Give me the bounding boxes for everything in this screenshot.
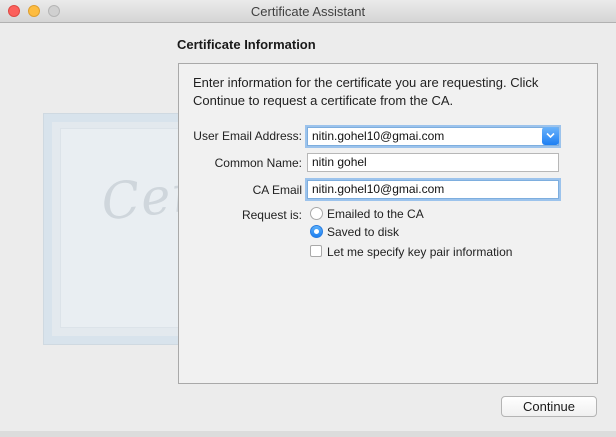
continue-button[interactable]: Continue [501, 396, 597, 417]
ca-email-label: CA Email [252, 183, 302, 197]
common-name-field[interactable]: nitin gohel [307, 153, 559, 172]
common-name-label: Common Name: [214, 156, 302, 170]
radio-saved-to-disk-label[interactable]: Saved to disk [327, 225, 399, 239]
intro-text: Enter information for the certificate yo… [193, 75, 539, 108]
radio-emailed-to-ca[interactable] [310, 207, 323, 220]
bottom-edge [0, 431, 616, 437]
user-email-label: User Email Address: [193, 129, 302, 143]
key-pair-checkbox[interactable] [310, 245, 322, 257]
request-is-label: Request is: [241, 208, 302, 222]
certificate-assistant-window: Certificate Assistant Certificate Certif… [0, 0, 616, 437]
user-email-dropdown-button[interactable] [542, 127, 559, 145]
window-title: Certificate Assistant [250, 4, 366, 19]
ca-email-field[interactable]: nitin.gohel10@gmai.com [307, 180, 559, 199]
key-pair-checkbox-label[interactable]: Let me specify key pair information [327, 245, 512, 259]
chevron-down-icon [546, 132, 555, 139]
form-panel [178, 63, 598, 384]
title-bar: Certificate Assistant [0, 0, 616, 23]
radio-saved-to-disk[interactable] [310, 225, 323, 238]
radio-emailed-to-ca-label[interactable]: Emailed to the CA [327, 207, 424, 221]
user-email-combobox[interactable]: nitin.gohel10@gmai.com [307, 127, 559, 146]
section-heading: Certificate Information [177, 37, 316, 52]
